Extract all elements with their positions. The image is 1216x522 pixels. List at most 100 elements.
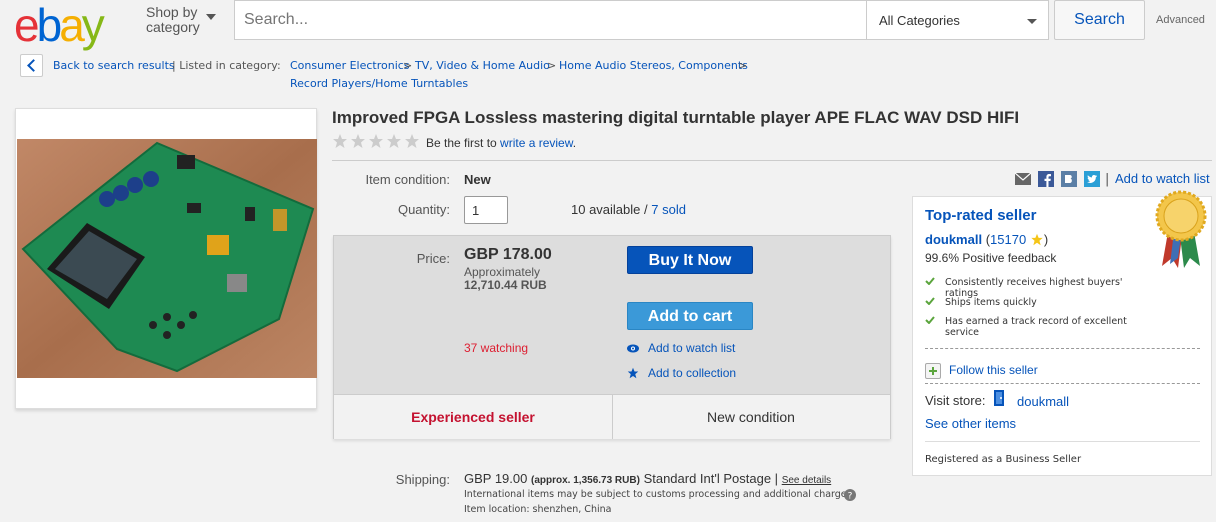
shipping-price: GBP 19.00 bbox=[464, 471, 528, 486]
checkmark-icon bbox=[925, 297, 935, 305]
item-location: Item location: shenzhen, China bbox=[464, 504, 612, 515]
new-condition-badge: New condition bbox=[707, 409, 795, 425]
header: ebay Shop by category All Categories Sea… bbox=[0, 0, 1216, 51]
checkmark-icon bbox=[925, 316, 935, 324]
positive-feedback: 99.6% Positive feedback bbox=[925, 251, 1057, 265]
visit-store-label: Visit store: bbox=[925, 393, 986, 408]
approx-value: 12,710.44 RUB bbox=[464, 278, 547, 292]
top-rated-seller-title: Top-rated seller bbox=[925, 207, 1037, 224]
quantity-input[interactable]: 1 bbox=[464, 196, 508, 224]
seller-name-row: doukmall (15170 ) bbox=[925, 232, 1048, 247]
dotted-divider bbox=[925, 383, 1200, 384]
vk-icon[interactable] bbox=[1061, 171, 1077, 187]
feedback-count-link[interactable]: 15170 bbox=[990, 232, 1026, 247]
available-count: 10 available / bbox=[571, 202, 648, 217]
back-arrow-icon[interactable] bbox=[20, 54, 43, 77]
breadcrumb-record-players[interactable]: Record Players/Home Turntables bbox=[290, 77, 468, 90]
seller-name-link[interactable]: doukmall bbox=[925, 232, 982, 247]
shop-by-category-button[interactable]: Shop by category bbox=[146, 4, 216, 35]
star-icon bbox=[369, 134, 383, 148]
product-image-panel[interactable] bbox=[15, 108, 317, 409]
help-icon[interactable]: ? bbox=[844, 489, 856, 501]
category-select[interactable]: All Categories bbox=[866, 0, 1049, 40]
store-link[interactable]: doukmall bbox=[1017, 394, 1069, 409]
logo-letter-y: y bbox=[81, 0, 105, 51]
follow-seller-link[interactable]: Follow this seller bbox=[949, 363, 1038, 377]
condition-value: New bbox=[464, 172, 491, 187]
availability: 10 available / 7 sold bbox=[571, 202, 686, 217]
search-button[interactable]: Search bbox=[1054, 0, 1145, 40]
ebay-logo[interactable]: ebay bbox=[14, 0, 105, 52]
watching-count: 37 watching bbox=[464, 341, 529, 355]
checkmark-icon bbox=[925, 277, 935, 285]
search-input[interactable] bbox=[235, 1, 866, 39]
quantity-label: Quantity: bbox=[397, 202, 450, 217]
sold-link[interactable]: 7 sold bbox=[651, 202, 686, 217]
back-to-search-link[interactable]: Back to search results bbox=[53, 59, 175, 72]
price-label: Price: bbox=[416, 251, 450, 266]
shipping-method: Standard Int'l Postage | bbox=[643, 471, 779, 486]
add-to-cart-button[interactable]: Add to cart bbox=[627, 302, 753, 330]
feedback-close-paren: ) bbox=[1043, 232, 1049, 247]
email-icon[interactable] bbox=[1015, 171, 1031, 187]
breadcrumb-home-audio[interactable]: Home Audio Stereos, Components bbox=[559, 59, 748, 72]
review-prompt: Be the first to write a review. bbox=[426, 136, 576, 150]
category-select-value: All Categories bbox=[879, 13, 960, 28]
logo-letter-a: a bbox=[59, 0, 85, 51]
logo-letter-b: b bbox=[36, 0, 63, 51]
see-details-link[interactable]: See details bbox=[782, 475, 831, 486]
shipping-label: Shipping: bbox=[395, 472, 450, 487]
chevron-down-icon bbox=[206, 14, 216, 20]
price-value: GBP 178.00 bbox=[464, 246, 552, 263]
write-review-link[interactable]: write a review bbox=[500, 136, 573, 150]
search-box bbox=[234, 0, 867, 40]
eye-icon bbox=[627, 344, 639, 353]
share-separator: | bbox=[1105, 172, 1110, 187]
logo-letter-e: e bbox=[14, 0, 40, 51]
registered-business-seller: Registered as a Business Seller bbox=[925, 454, 1082, 465]
seller-bullet-text: Has earned a track record of excellent s… bbox=[945, 316, 1127, 338]
review-prefix: Be the first to bbox=[426, 136, 497, 150]
experienced-seller-badge: Experienced seller bbox=[411, 409, 535, 425]
product-image bbox=[17, 139, 317, 378]
shop-by-line1: Shop by bbox=[146, 4, 198, 20]
breadcrumb-tv-video[interactable]: TV, Video & Home Audio bbox=[415, 59, 550, 72]
svg-text:?: ? bbox=[848, 492, 853, 502]
follow-plus-icon[interactable] bbox=[925, 363, 941, 379]
collection-star-icon bbox=[627, 367, 639, 379]
shipping-approx: (approx. 1,356.73 RUB) bbox=[531, 475, 640, 486]
customs-note: International items may be subject to cu… bbox=[464, 489, 855, 500]
shipping-row: GBP 19.00 (approx. 1,356.73 RUB) Standar… bbox=[464, 471, 831, 486]
breadcrumb-consumer-electronics[interactable]: Consumer Electronics bbox=[290, 59, 410, 72]
see-other-items-link[interactable]: See other items bbox=[925, 416, 1016, 431]
star-icon bbox=[387, 134, 401, 148]
dotted-divider bbox=[925, 348, 1200, 349]
seller-bullet-text: Consistently receives highest buyers' ra… bbox=[945, 277, 1123, 299]
title-divider bbox=[332, 160, 1212, 161]
rating-stars[interactable] bbox=[332, 133, 422, 151]
facebook-icon[interactable] bbox=[1038, 171, 1054, 187]
advanced-search-link[interactable]: Advanced bbox=[1156, 14, 1205, 26]
breadcrumb-separator: > bbox=[403, 59, 413, 72]
breadcrumb-separator: > bbox=[738, 59, 748, 72]
approx-label: Approximately bbox=[464, 265, 541, 279]
chevron-down-icon bbox=[1027, 19, 1037, 24]
breadcrumb-separator: > bbox=[547, 59, 557, 72]
add-to-collection-link[interactable]: Add to collection bbox=[648, 366, 736, 380]
star-icon bbox=[405, 134, 419, 148]
top-rated-medal-icon bbox=[1155, 190, 1207, 268]
star-icon bbox=[333, 134, 347, 148]
watch-list-link-top[interactable]: Add to watch list bbox=[1115, 171, 1210, 186]
seller-bullet-text: Ships items quickly bbox=[945, 297, 1037, 308]
star-icon bbox=[351, 134, 365, 148]
store-door-icon bbox=[994, 390, 1004, 406]
feedback-star-icon bbox=[1031, 233, 1043, 246]
review-suffix: . bbox=[572, 136, 577, 150]
twitter-icon[interactable] bbox=[1084, 171, 1100, 187]
listing-title: Improved FPGA Lossless mastering digital… bbox=[332, 108, 1020, 127]
add-to-watch-list-link[interactable]: Add to watch list bbox=[648, 341, 735, 355]
buy-it-now-button[interactable]: Buy It Now bbox=[627, 246, 753, 274]
listed-in-label: | Listed in category: bbox=[172, 59, 281, 72]
shop-by-line2: category bbox=[146, 19, 200, 35]
condition-label: Item condition: bbox=[365, 172, 450, 187]
